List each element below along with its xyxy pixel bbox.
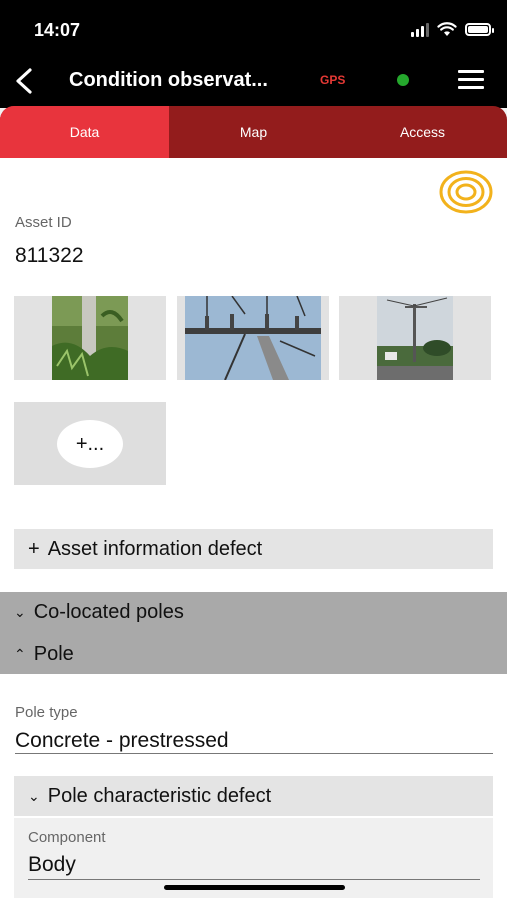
battery-icon: [465, 23, 494, 36]
plus-icon: +: [28, 537, 40, 560]
pole-type-field[interactable]: Concrete - prestressed: [15, 729, 229, 753]
add-photo-tile[interactable]: +...: [14, 402, 166, 485]
chevron-down-icon: ⌄: [14, 603, 26, 620]
tab-data[interactable]: Data: [0, 106, 169, 158]
photo-pole-vegetation: [52, 296, 128, 380]
status-icons: [411, 22, 494, 37]
component-label: Component: [28, 829, 106, 846]
signal-icon: [411, 22, 429, 37]
chevron-left-icon[interactable]: [10, 64, 40, 98]
concentric-rings-icon[interactable]: [439, 170, 493, 214]
photo-thumbnail-1[interactable]: [14, 296, 166, 380]
chevron-down-icon: ⌄: [28, 787, 40, 804]
status-time: 14:07: [34, 20, 81, 40]
chevron-up-icon: ⌃: [14, 645, 26, 662]
tab-map[interactable]: Map: [169, 106, 338, 158]
component-underline: [28, 879, 480, 880]
pole-type-underline: [15, 753, 493, 754]
add-photo-button[interactable]: +...: [57, 420, 123, 468]
pole-type-label: Pole type: [15, 704, 78, 721]
tab-access[interactable]: Access: [338, 106, 507, 158]
pole-characteristic-defect-label: Pole characteristic defect: [47, 784, 272, 807]
gps-status-dot: [397, 74, 409, 86]
asset-id-label: Asset ID: [15, 214, 72, 231]
pole-characteristic-defect-toggle[interactable]: ⌄ Pole characteristic defect: [14, 776, 493, 816]
wifi-icon: [437, 22, 457, 36]
pole-section-label: Pole: [33, 642, 74, 665]
tab-bar: Data Map Access: [0, 106, 507, 158]
photo-thumbnail-3[interactable]: [339, 296, 491, 380]
pole-section-toggle[interactable]: ⌃ Pole: [0, 634, 507, 674]
asset-info-defect-toggle[interactable]: + Asset information defect: [14, 529, 493, 569]
component-field[interactable]: Body: [28, 853, 76, 877]
top-bar: 14:07 Condition observat... GPS: [0, 0, 507, 108]
page-title: Condition observat...: [69, 69, 268, 91]
photo-pole-street: [377, 296, 453, 380]
gps-label: GPS: [320, 73, 346, 87]
asset-info-defect-label: Asset information defect: [47, 537, 263, 560]
co-located-poles-toggle[interactable]: ⌄ Co-located poles: [0, 592, 507, 632]
content-area: Asset ID 811322 +... + Asset information…: [0, 158, 507, 900]
photo-pole-crossarm: [185, 296, 321, 380]
co-located-poles-label: Co-located poles: [33, 600, 184, 623]
asset-id-value: 811322: [15, 244, 84, 267]
hamburger-menu-icon[interactable]: [458, 70, 484, 90]
photo-thumbnail-2[interactable]: [177, 296, 329, 380]
home-indicator: [164, 885, 345, 890]
